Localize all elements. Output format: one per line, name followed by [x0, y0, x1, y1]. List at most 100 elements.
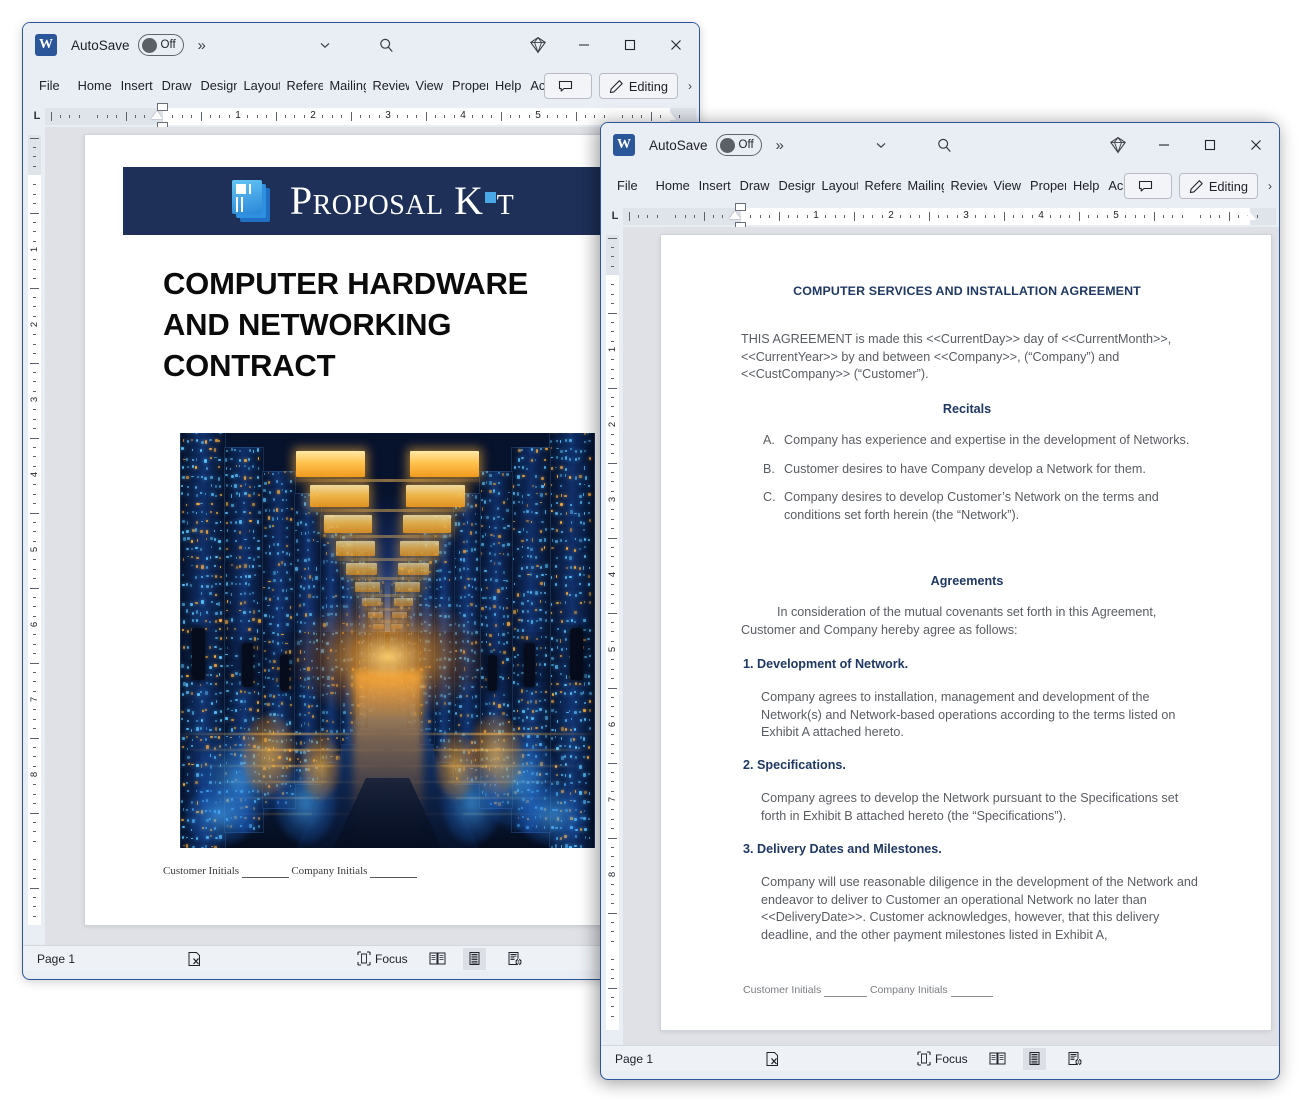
read-mode-icon[interactable] — [425, 948, 450, 970]
tab-home[interactable]: Home — [654, 173, 692, 199]
right-indent-marker[interactable] — [664, 112, 676, 120]
titlebar: W AutoSave Off » — [23, 23, 699, 67]
ruler-number: 4 — [1038, 210, 1044, 221]
customer-initials-blank[interactable] — [242, 865, 289, 878]
tab-mailings[interactable]: Mailings — [328, 73, 366, 99]
tab-design[interactable]: Design — [199, 73, 237, 99]
maximize-button[interactable] — [1187, 123, 1233, 167]
ruler-ticks: 1 2 3 4 5 — [623, 208, 1276, 225]
copilot-diamond-icon[interactable] — [1095, 123, 1141, 167]
close-button[interactable] — [1233, 123, 1279, 167]
word-window-contract-cover[interactable]: W AutoSave Off » File Home Insert Draw D… — [22, 22, 700, 980]
first-line-indent-marker[interactable] — [157, 103, 168, 111]
tab-references[interactable]: References — [863, 173, 901, 199]
tab-stop-selector-icon[interactable]: L — [29, 110, 45, 122]
print-layout-icon[interactable] — [1023, 1048, 1046, 1070]
ruler-number: 4 — [460, 110, 466, 121]
editing-mode-button[interactable]: Editing — [599, 73, 678, 99]
tab-view[interactable]: View — [414, 73, 446, 99]
recitals-list: A. Company has experience and expertise … — [763, 432, 1193, 535]
tab-help[interactable]: Help — [1071, 173, 1101, 199]
tab-references[interactable]: References — [285, 73, 323, 99]
ruler-strip: 12345 — [623, 208, 1276, 225]
tab-mailings[interactable]: Mailings — [906, 173, 944, 199]
ribbon-overflow-icon[interactable]: › — [1265, 179, 1275, 193]
tab-help[interactable]: Help — [493, 73, 523, 99]
hero-image-datacenter[interactable] — [180, 433, 595, 848]
ribbon-right-group: Editing › — [1124, 167, 1275, 205]
left-indent-triangle-icon[interactable] — [151, 111, 163, 119]
customer-initials-label: Customer Initials — [163, 865, 239, 877]
quick-access-overflow-icon[interactable]: » — [198, 37, 205, 54]
focus-mode-button[interactable]: Focus — [913, 1048, 972, 1070]
quick-access-dropdown-icon[interactable] — [313, 23, 337, 67]
page-1-sheet[interactable]: COMPUTER SERVICES AND INSTALLATION AGREE… — [661, 235, 1271, 1030]
customer-initials-blank[interactable] — [824, 984, 867, 997]
proofing-errors-icon[interactable] — [183, 948, 206, 970]
vertical-ruler[interactable]: 1 2 3 4 5 6 7 8 — [601, 227, 623, 1045]
autosave-toggle[interactable]: Off — [138, 34, 184, 56]
right-indent-marker[interactable] — [1244, 212, 1256, 220]
search-icon[interactable] — [931, 123, 957, 167]
tab-view[interactable]: View — [992, 173, 1024, 199]
editing-label: Editing — [629, 79, 668, 94]
horizontal-ruler[interactable]: L 1 2 3 4 5 — [23, 105, 699, 127]
proofing-errors-icon[interactable] — [761, 1048, 784, 1070]
copilot-diamond-icon[interactable] — [515, 23, 561, 67]
quick-access-overflow-icon[interactable]: » — [776, 137, 783, 154]
company-initials-blank[interactable] — [370, 865, 417, 878]
tab-file[interactable]: File — [615, 173, 640, 199]
tab-home[interactable]: Home — [76, 73, 114, 99]
web-layout-icon[interactable] — [503, 948, 527, 970]
tab-insert[interactable]: Insert — [697, 173, 733, 199]
tab-insert[interactable]: Insert — [119, 73, 155, 99]
vertical-ruler-number: 4 — [607, 568, 618, 581]
tab-stop-selector-icon[interactable]: L — [607, 210, 623, 222]
wordmark-kit-rest: t — [497, 178, 515, 223]
read-mode-icon[interactable] — [985, 1048, 1010, 1070]
web-layout-icon[interactable] — [1063, 1048, 1087, 1070]
comments-button[interactable] — [1124, 173, 1172, 199]
word-window-services-agreement[interactable]: W AutoSave Off » File Home Insert Draw D… — [600, 122, 1280, 1080]
minimize-button[interactable] — [561, 23, 607, 67]
vertical-ruler[interactable]: 1 2 3 4 5 6 7 8 — [23, 127, 45, 945]
company-initials-blank[interactable] — [951, 984, 994, 997]
left-indent-triangle-icon[interactable] — [729, 211, 741, 219]
quick-access-dropdown-icon[interactable] — [869, 123, 893, 167]
initials-footer: Customer Initials Company Initials — [163, 865, 417, 877]
first-line-indent-marker[interactable] — [735, 203, 746, 211]
page-indicator[interactable]: Page 1 — [37, 952, 75, 966]
recital-text: Company desires to develop Customer’s Ne… — [784, 489, 1193, 524]
search-icon[interactable] — [373, 23, 399, 67]
ruler-number: 3 — [963, 210, 969, 221]
tab-properties[interactable]: Properties — [450, 73, 488, 99]
tab-file[interactable]: File — [37, 73, 62, 99]
tab-draw[interactable]: Draw — [160, 73, 194, 99]
focus-mode-button[interactable]: Focus — [353, 948, 412, 970]
page-1-sheet[interactable]: Proposal Kt COMPUTER HARDWARE AND NETWOR… — [85, 135, 663, 925]
agreement-intro: THIS AGREEMENT is made this <<CurrentDay… — [741, 331, 1189, 384]
tab-review[interactable]: Review — [371, 73, 409, 99]
close-button[interactable] — [653, 23, 699, 67]
autosave-label: AutoSave — [649, 138, 708, 153]
tab-layout[interactable]: Layout — [242, 73, 280, 99]
initials-footer: Customer Initials Company Initials — [743, 982, 993, 1000]
ribbon-overflow-icon[interactable]: › — [685, 79, 695, 93]
tab-properties[interactable]: Properties — [1028, 173, 1066, 199]
tab-draw[interactable]: Draw — [738, 173, 772, 199]
page-indicator[interactable]: Page 1 — [615, 1052, 653, 1066]
document-canvas[interactable]: COMPUTER SERVICES AND INSTALLATION AGREE… — [623, 227, 1279, 1045]
minimize-button[interactable] — [1141, 123, 1187, 167]
comments-button[interactable] — [544, 73, 592, 99]
editing-mode-button[interactable]: Editing — [1179, 173, 1258, 199]
recitals-heading: Recitals — [717, 401, 1217, 419]
tab-design[interactable]: Design — [777, 173, 815, 199]
horizontal-ruler[interactable]: L 1 2 3 4 5 — [601, 205, 1279, 227]
vertical-ruler-number: 7 — [29, 693, 40, 706]
vertical-ruler-number: 7 — [607, 793, 618, 806]
autosave-toggle[interactable]: Off — [716, 134, 762, 156]
tab-layout[interactable]: Layout — [820, 173, 858, 199]
tab-review[interactable]: Review — [949, 173, 987, 199]
maximize-button[interactable] — [607, 23, 653, 67]
print-layout-icon[interactable] — [463, 948, 486, 970]
